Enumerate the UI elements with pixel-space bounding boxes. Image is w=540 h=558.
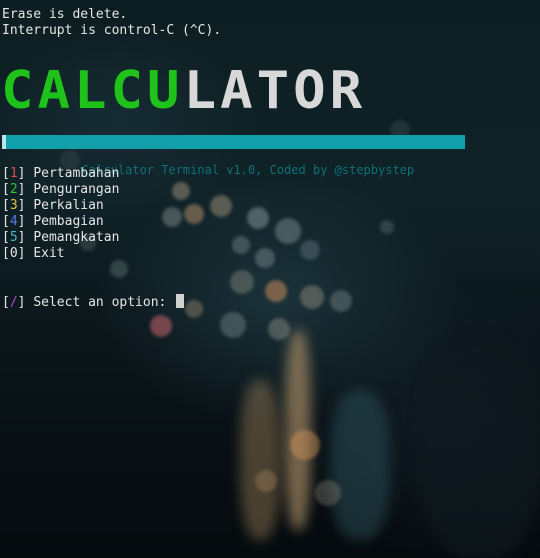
menu-item-number: 1 (9, 166, 18, 181)
menu-item-exit: [0] Exit (2, 246, 65, 261)
menu-item-number: 2 (9, 182, 18, 197)
text-cursor (176, 294, 185, 308)
menu-item-pengurangan: [2] Pengurangan (2, 182, 120, 197)
title-bar-text: Calculator Terminal v1.0, Coded by @step… (81, 163, 415, 177)
prompt-symbol: / (9, 295, 18, 310)
menu-item-label: Perkalian (33, 198, 104, 213)
menu-item-pertambahan: [1] Pertambahan (2, 166, 120, 181)
erase-hint: Erase is delete. (2, 7, 128, 22)
banner-green-text: CALCU (1, 60, 184, 121)
menu-item-label: Exit (33, 246, 65, 261)
prompt-text: Select an option: (33, 295, 167, 310)
banner-white-text: LATOR (183, 60, 367, 121)
menu-item-perkalian: [3] Perkalian (2, 198, 104, 213)
menu-item-label: Pemangkatan (33, 230, 120, 245)
menu-item-label: Pengurangan (33, 182, 120, 197)
menu-item-number: 5 (9, 230, 18, 245)
menu-item-pembagian: [4] Pembagian (2, 214, 104, 229)
title-bar: Calculator Terminal v1.0, Coded by @step… (2, 135, 465, 177)
menu-item-label: Pembagian (33, 214, 104, 229)
option-menu: [1] Pertambahan [2] Pengurangan [3] Perk… (2, 166, 119, 262)
menu-item-number: 4 (9, 214, 18, 229)
menu-item-pemangkatan: [5] Pemangkatan (2, 230, 120, 245)
menu-item-number: 3 (9, 198, 18, 213)
menu-item-label: Pertambahan (33, 166, 120, 181)
terminal-window[interactable]: Erase is delete. Interrupt is control-C … (0, 0, 540, 558)
interrupt-hint: Interrupt is control-C (^C). (2, 23, 222, 38)
menu-item-number: 0 (9, 246, 18, 261)
calculator-banner: CALCULATOR (1, 65, 366, 116)
option-prompt[interactable]: [/] Select an option: (2, 294, 185, 311)
title-bar-edge (2, 135, 6, 149)
